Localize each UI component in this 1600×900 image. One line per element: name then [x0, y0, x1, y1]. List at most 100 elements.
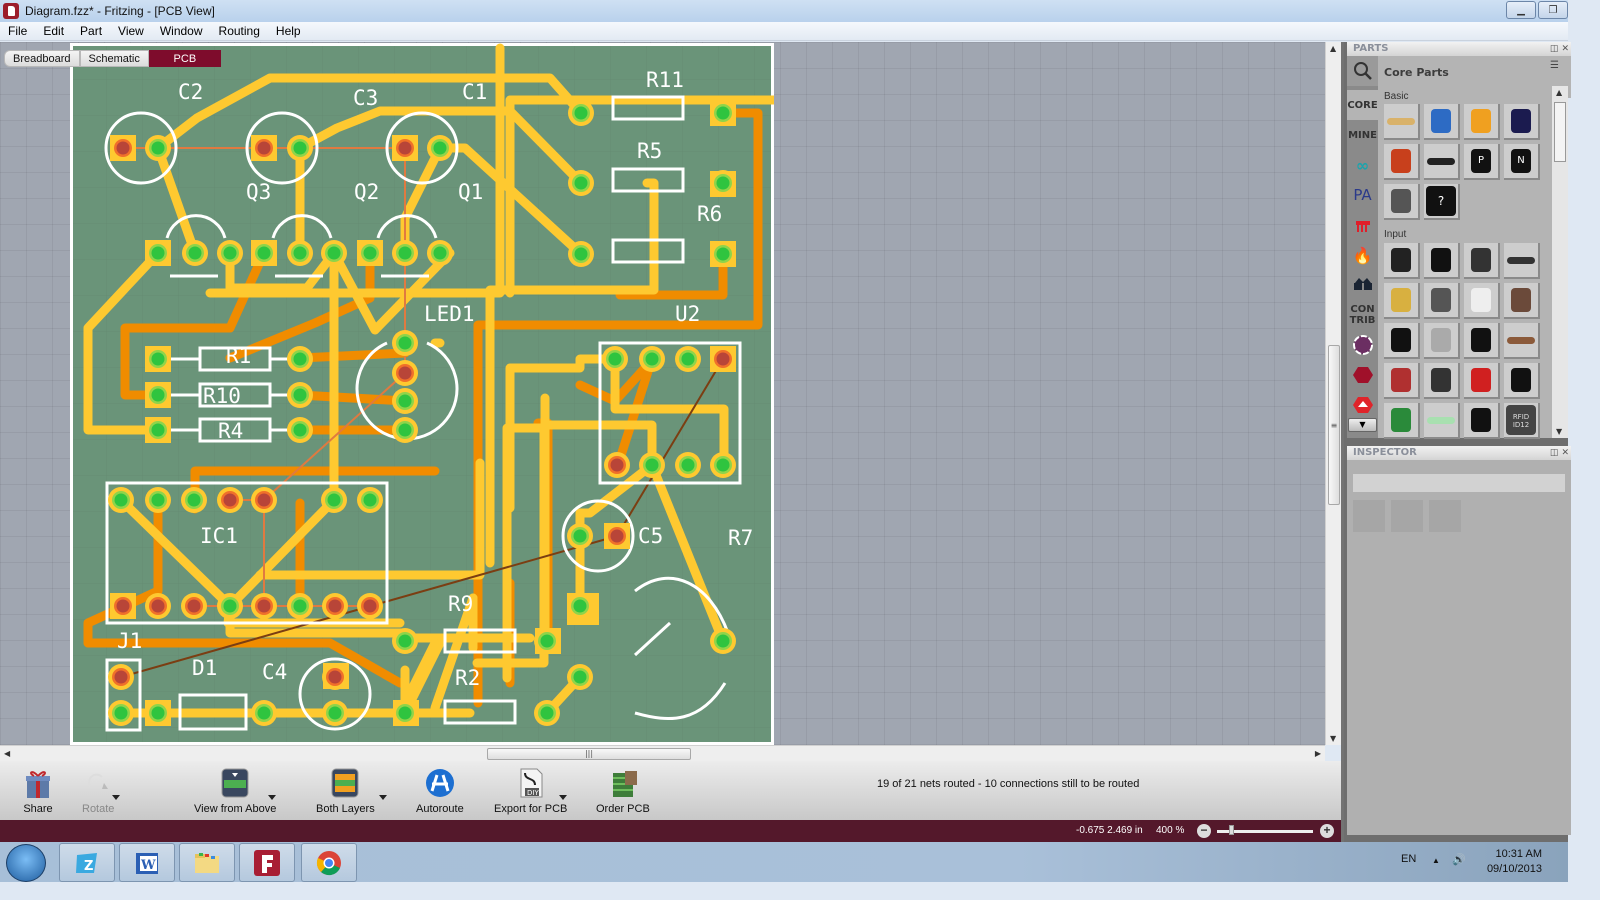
- pad-connected[interactable]: [398, 423, 412, 437]
- taskbar-fritzing[interactable]: [239, 843, 295, 882]
- part-reed-switch[interactable]: [1464, 283, 1500, 319]
- bin-core[interactable]: CORE: [1347, 90, 1378, 120]
- pad-connected[interactable]: [151, 388, 165, 402]
- pad-connected[interactable]: [716, 176, 730, 190]
- part-piezo[interactable]: [1384, 283, 1420, 319]
- part-ir-proximity[interactable]: [1424, 363, 1460, 399]
- pad-unrouted[interactable]: [223, 493, 237, 507]
- pad-connected[interactable]: [223, 599, 237, 613]
- parts-scroll-thumb[interactable]: [1554, 102, 1566, 162]
- parts-scroll-down[interactable]: ▼: [1556, 427, 1562, 436]
- part-temperature-sensor[interactable]: [1504, 363, 1540, 399]
- menu-help[interactable]: Help: [268, 24, 309, 38]
- pad-connected[interactable]: [716, 634, 730, 648]
- pad-unrouted[interactable]: [151, 599, 165, 613]
- pad-unrouted[interactable]: [328, 670, 342, 684]
- pad-unrouted[interactable]: [114, 670, 128, 684]
- scroll-right-arrow[interactable]: ▶: [1315, 749, 1321, 758]
- vertical-scrollbar[interactable]: ▲ ≡ ▼: [1325, 42, 1341, 745]
- part-rotary-potentiometer[interactable]: [1464, 243, 1500, 279]
- pad-connected[interactable]: [327, 246, 341, 260]
- seeed-bin-icon[interactable]: [1347, 390, 1378, 420]
- both-layers-button[interactable]: Both Layers: [316, 767, 375, 815]
- bin-pa[interactable]: PA: [1347, 180, 1378, 210]
- part-mystery-part[interactable]: ?: [1424, 184, 1460, 220]
- part-electrolytic-capacitor[interactable]: [1504, 104, 1540, 140]
- pad-connected[interactable]: [433, 141, 447, 155]
- glasses-bin-icon[interactable]: [1347, 270, 1378, 300]
- inspector-title-field[interactable]: [1353, 474, 1565, 492]
- arduino-bin-icon[interactable]: ∞: [1347, 150, 1378, 180]
- pad-unrouted[interactable]: [398, 141, 412, 155]
- hexagon-bin-icon[interactable]: [1347, 360, 1378, 390]
- pad-connected[interactable]: [681, 352, 695, 366]
- export-for-pcb-dropdown[interactable]: [559, 795, 567, 800]
- tab-breadboard[interactable]: Breadboard: [4, 50, 80, 67]
- share-button[interactable]: Share: [22, 767, 54, 815]
- view-from-above-button[interactable]: View from Above: [194, 767, 276, 815]
- restore-button[interactable]: ❐: [1538, 1, 1568, 19]
- tab-schematic[interactable]: Schematic: [79, 50, 149, 67]
- scroll-left-arrow[interactable]: ◀: [4, 749, 10, 758]
- pad-unrouted[interactable]: [257, 493, 271, 507]
- pad-connected[interactable]: [716, 247, 730, 261]
- part-diode[interactable]: [1424, 144, 1460, 180]
- part-tilt-switch[interactable]: [1424, 323, 1460, 359]
- horizontal-scroll-thumb[interactable]: |||: [487, 748, 691, 760]
- part-breakout-board[interactable]: [1384, 403, 1420, 439]
- pad-connected[interactable]: [398, 246, 412, 260]
- pad-connected[interactable]: [257, 246, 271, 260]
- pad-connected[interactable]: [716, 458, 730, 472]
- parts-panel-controls[interactable]: ◫ ✕: [1550, 42, 1569, 56]
- view-from-above-dropdown[interactable]: [268, 795, 276, 800]
- menu-part[interactable]: Part: [72, 24, 110, 38]
- zoom-slider[interactable]: [1217, 825, 1313, 835]
- zoom-out-button[interactable]: −: [1197, 824, 1211, 838]
- pad-connected[interactable]: [681, 458, 695, 472]
- tray-show-hidden-icon[interactable]: ▲: [1432, 856, 1440, 865]
- start-button[interactable]: [6, 844, 46, 882]
- pad-connected[interactable]: [188, 246, 202, 260]
- parts-scrollbar[interactable]: ▲ ▼: [1552, 86, 1568, 438]
- zoom-slider-handle[interactable]: [1229, 825, 1235, 835]
- pad-unrouted[interactable]: [610, 458, 624, 472]
- taskbar-explorer[interactable]: [179, 843, 235, 882]
- pcb-board[interactable]: C2 C3 C1 R11 R5 R6 Q3 Q2 Q1 LED1 U2 R1 R…: [70, 43, 774, 745]
- sparkfun-bin-icon[interactable]: 🔥: [1347, 240, 1378, 270]
- autoroute-button[interactable]: Autoroute: [416, 767, 464, 815]
- pad-unrouted[interactable]: [257, 599, 271, 613]
- pad-connected[interactable]: [574, 247, 588, 261]
- menu-edit[interactable]: Edit: [35, 24, 72, 38]
- part-resistor[interactable]: [1384, 104, 1420, 140]
- menu-window[interactable]: Window: [152, 24, 211, 38]
- part-photocell[interactable]: [1384, 363, 1420, 399]
- part-npn-transistor[interactable]: N: [1504, 144, 1540, 180]
- pad-connected[interactable]: [716, 106, 730, 120]
- part-fet-transistor[interactable]: [1384, 184, 1420, 220]
- part-rotary-encoder[interactable]: [1424, 283, 1460, 319]
- pad-unrouted[interactable]: [398, 366, 412, 380]
- pad-unrouted[interactable]: [363, 599, 377, 613]
- scroll-up-arrow[interactable]: ▲: [1330, 44, 1336, 53]
- pad-connected[interactable]: [574, 176, 588, 190]
- zoom-in-button[interactable]: +: [1320, 824, 1334, 838]
- fritzing-bin-icon[interactable]: [1347, 210, 1378, 240]
- pad-connected[interactable]: [257, 706, 271, 720]
- pad-connected[interactable]: [151, 493, 165, 507]
- pad-unrouted[interactable]: [116, 141, 130, 155]
- pad-connected[interactable]: [573, 529, 587, 543]
- part-reed-glass[interactable]: [1424, 403, 1460, 439]
- part-accelerometer[interactable]: [1464, 363, 1500, 399]
- pad-connected[interactable]: [540, 634, 554, 648]
- part-inductor[interactable]: [1384, 144, 1420, 180]
- both-layers-dropdown[interactable]: [379, 795, 387, 800]
- pad-connected[interactable]: [363, 246, 377, 260]
- pad-connected[interactable]: [187, 493, 201, 507]
- taskbar-7zip[interactable]: Z: [59, 843, 115, 882]
- pad-unrouted[interactable]: [610, 529, 624, 543]
- pad-connected[interactable]: [363, 493, 377, 507]
- pad-connected[interactable]: [293, 423, 307, 437]
- tab-pcb[interactable]: PCB: [148, 50, 221, 67]
- pad-unrouted[interactable]: [116, 599, 130, 613]
- inspector-panel-controls[interactable]: ◫ ✕: [1550, 446, 1569, 460]
